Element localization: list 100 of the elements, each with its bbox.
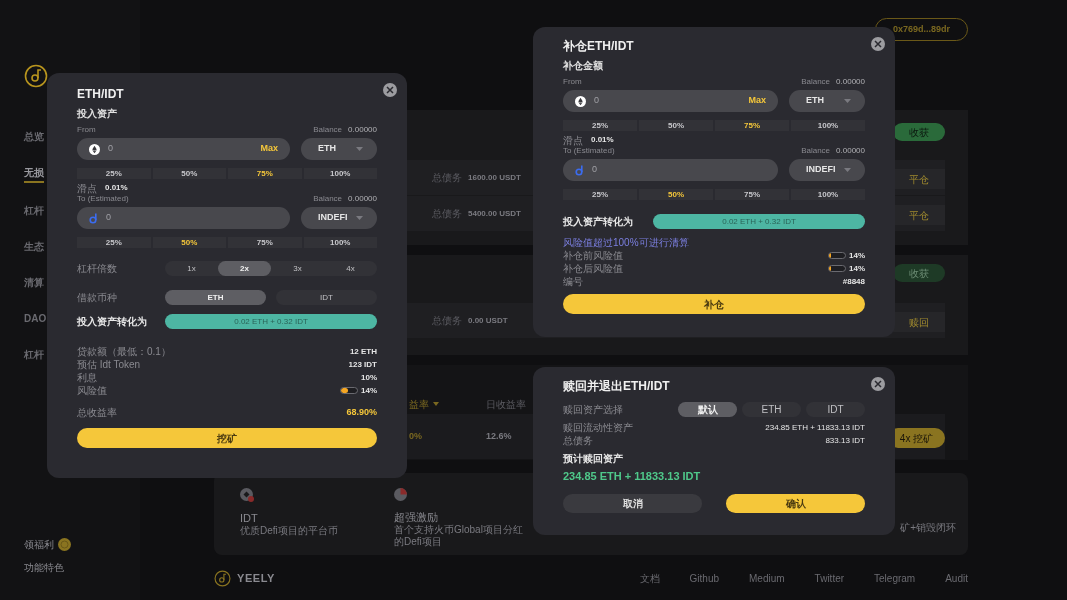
leverage-option[interactable]: 4x [324,261,377,276]
detail-value: 12 ETH [349,345,377,358]
detail-value: 10% [361,371,377,384]
field-label: From [77,125,96,135]
sidebar-link[interactable]: 功能特色 [24,560,64,575]
submit-button[interactable]: 补仓 [563,294,865,314]
detail-label: 编号 [563,275,583,289]
percent-option[interactable]: 75% [715,189,789,200]
estimate-label: 预计赎回资产 [563,452,624,466]
percent-option[interactable]: 75% [228,237,302,248]
caret-icon [356,147,363,151]
percent-option[interactable]: 25% [77,168,151,179]
amount-input[interactable]: 0 [108,142,253,156]
footer-link[interactable]: Github [689,571,720,586]
feature-description: 优质Defi项目的平台币 [240,525,339,537]
feature-title: 超强激励 [394,511,439,524]
amount-field[interactable]: 0 [77,207,290,229]
percent-option[interactable]: 50% [639,120,713,131]
footer-link[interactable]: 文档 [639,571,660,586]
balance-value: 0.00000 [836,146,865,156]
coin-icon [58,538,71,551]
percent-option[interactable]: 100% [303,237,377,248]
nav-item[interactable]: 杠杆 [24,346,44,363]
nav-item[interactable]: 无损 [24,164,44,183]
percent-option[interactable]: 50% [152,237,226,248]
amount-input[interactable]: 0 [106,211,278,225]
action-button[interactable]: 平仓 [893,205,945,225]
balance-value: 0.00000 [348,125,377,135]
pie-chart-icon [394,488,407,501]
slippage-value: 0.01% [591,134,614,146]
footer-link[interactable]: Twitter [814,571,845,586]
sort-icon [433,402,439,406]
token-select[interactable]: INDEFI [789,159,865,181]
close-button[interactable] [383,83,397,97]
debt-value: 5400.00 USDT [468,207,521,220]
option-toggle[interactable]: IDT [276,290,377,305]
percent-option[interactable]: 25% [563,120,637,131]
asset-option[interactable]: IDT [806,402,865,417]
percent-option[interactable]: 75% [715,120,789,131]
estimate-value: 234.85 ETH + 11833.13 IDT [563,469,702,484]
close-button[interactable] [871,37,885,51]
logo-icon [24,64,48,88]
footer-link[interactable]: Telegram [874,571,916,586]
amount-field[interactable]: 0 [563,159,778,181]
balance-label: Balance [801,77,831,87]
percent-option[interactable]: 50% [152,168,226,179]
convert-label: 投入资产转化为 [563,215,633,229]
leverage-option[interactable]: 2x [218,261,271,276]
balance-value: 0.00000 [836,77,865,87]
amount-input[interactable]: 0 [592,163,766,177]
token-select[interactable]: ETH [789,90,865,112]
percent-option[interactable]: 25% [77,237,151,248]
detail-value: 14% [849,262,865,275]
amount-input[interactable]: 0 [594,94,741,108]
percent-option[interactable]: 100% [303,168,377,179]
token-select[interactable]: INDEFI [301,207,377,229]
nav-item[interactable]: 杠杆 [24,202,44,219]
caret-icon [356,216,363,220]
percent-option[interactable]: 100% [791,189,865,200]
detail-label: 利息 [77,371,97,385]
percent-option[interactable]: 25% [563,189,637,200]
leverage-option[interactable]: 3x [271,261,324,276]
feature-description: 矿+销毁闭环 [900,522,956,534]
cancel-button[interactable]: 取消 [563,493,702,513]
detail-value: 14% [361,384,377,397]
detail-value: 14% [849,249,865,262]
field-label: To (Estimated) [77,194,129,204]
detail-label: 赎回流动性资产 [563,421,633,435]
nav-item[interactable]: 总览 [24,128,44,145]
amount-field[interactable]: 0 Max [563,90,778,112]
max-button[interactable]: Max [260,142,278,156]
footer-link[interactable]: Audit [945,571,968,586]
asset-option[interactable]: ETH [742,402,801,417]
asset-option[interactable]: 默认 [678,402,737,417]
option-label: 赎回资产选择 [563,403,623,417]
action-button[interactable]: 平仓 [893,169,945,189]
footer-link[interactable]: Medium [749,571,785,586]
detail-value: 833.13 IDT [825,434,865,447]
percent-option[interactable]: 75% [228,168,302,179]
option-label: 借款币种 [77,291,117,305]
submit-button[interactable]: 挖矿 [77,428,377,448]
percent-option[interactable]: 50% [639,189,713,200]
nav-item[interactable]: 清算 [24,274,44,291]
letter-d-icon [575,164,584,176]
leverage-option[interactable]: 1x [165,261,218,276]
percent-option[interactable]: 100% [791,120,865,131]
debt-value: 1600.00 USDT [468,171,521,184]
token-select[interactable]: ETH [301,138,377,160]
detail-label: 补仓后风险值 [563,262,623,276]
column-header: 益率 [409,397,429,412]
option-toggle[interactable]: ETH [165,290,266,305]
sidebar-link[interactable]: 领福利 [24,537,54,552]
confirm-button[interactable]: 确认 [726,493,865,513]
max-button[interactable]: Max [748,94,766,108]
amount-field[interactable]: 0 Max [77,138,290,160]
field-label: To (Estimated) [563,146,615,156]
feature-description: 首个支持火币Global项目分红的Defi项目 [394,524,524,548]
detail-value: #8848 [842,275,865,288]
close-button[interactable] [871,377,885,391]
action-button[interactable]: 赎回 [893,312,945,332]
